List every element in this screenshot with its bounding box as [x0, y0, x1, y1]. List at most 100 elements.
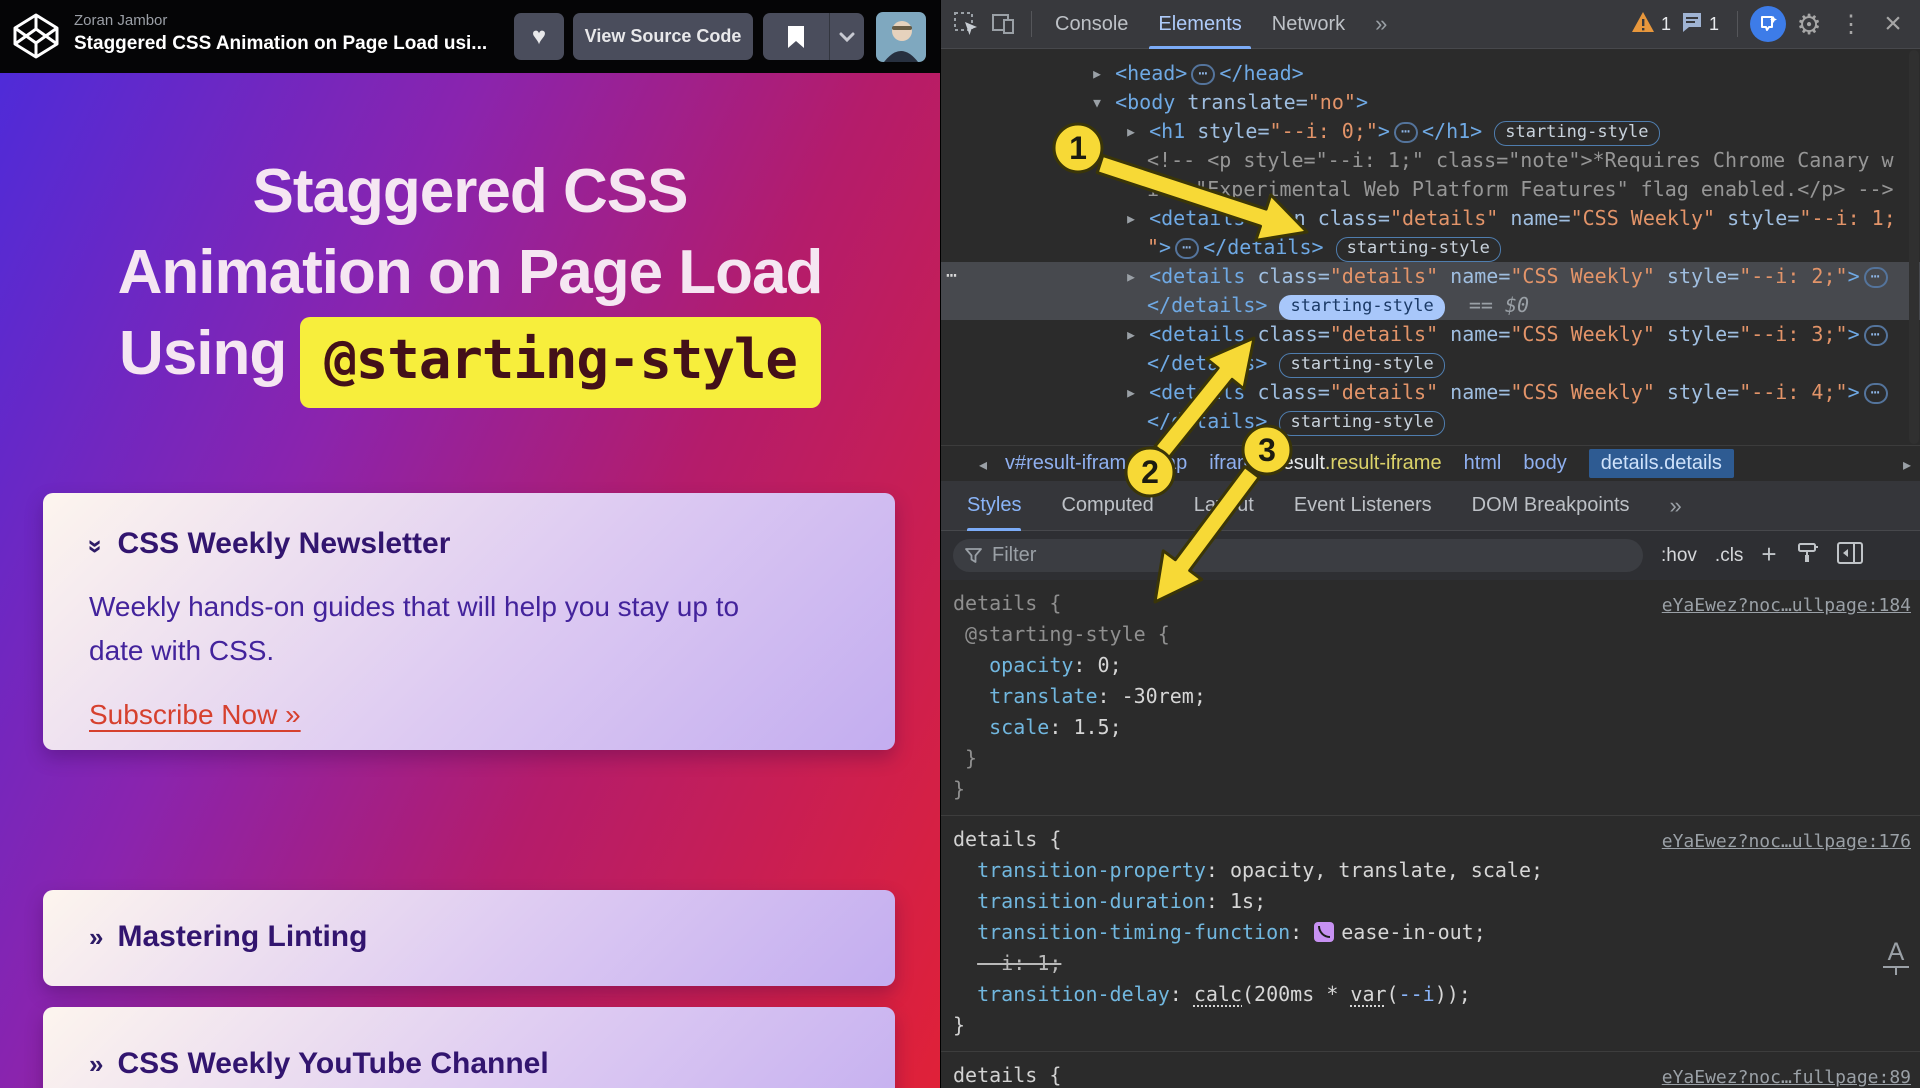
- heart-button[interactable]: ♥: [514, 13, 564, 60]
- starting-style-badge[interactable]: starting-style: [1279, 411, 1444, 436]
- styles-filter-input[interactable]: Filter: [953, 539, 1643, 572]
- kebab-menu-icon[interactable]: ⋮: [1834, 7, 1868, 41]
- warning-icon[interactable]: [1631, 11, 1655, 38]
- details-summary[interactable]: » CSS Weekly YouTube Channel: [89, 1047, 849, 1081]
- bookmark-split-button[interactable]: [763, 13, 864, 60]
- breadcrumb-item[interactable]: iframe#result.result-iframe: [1209, 452, 1441, 475]
- codepen-logo-icon[interactable]: [12, 12, 60, 60]
- font-size-adjust-icon[interactable]: A: [1881, 940, 1911, 975]
- breadcrumb-left-icon[interactable]: ◂: [979, 455, 987, 475]
- issues-icon[interactable]: [1681, 11, 1703, 38]
- more-tabs-icon[interactable]: »: [1360, 0, 1402, 49]
- dom-tree-line[interactable]: ▸ <details class="details" name="CSS Wee…: [941, 378, 1920, 407]
- details-card-newsletter[interactable]: » CSS Weekly Newsletter Weekly hands-on …: [43, 493, 895, 750]
- details-summary[interactable]: » CSS Weekly Newsletter: [89, 527, 849, 561]
- dom-tree-line[interactable]: ▸ <h1 style="--i: 0;">⋯</h1> starting-st…: [941, 117, 1920, 146]
- tab-network[interactable]: Network: [1257, 0, 1360, 49]
- selected-node-more-icon[interactable]: ⋯: [946, 265, 958, 286]
- starting-style-badge[interactable]: starting-style: [1336, 237, 1501, 262]
- more-panels-icon[interactable]: »: [1670, 481, 1682, 531]
- css-declaration[interactable]: @starting-style {: [953, 619, 1911, 650]
- dom-tree: ▸ <head>⋯</head>▾ <body translate="no">▸…: [941, 49, 1920, 445]
- dom-tree-line[interactable]: </details> starting-style == $0: [941, 291, 1920, 320]
- card-body-text: Weekly hands-on guides that will help yo…: [89, 585, 769, 673]
- css-declaration[interactable]: scale: 1.5;: [953, 712, 1911, 743]
- extension-button[interactable]: [1750, 6, 1786, 42]
- dom-tree-line[interactable]: ▸ <head>⋯</head>: [941, 59, 1920, 88]
- css-declaration[interactable]: }: [953, 774, 1911, 805]
- stylesheet-source-link[interactable]: eYaEwez?noc…ullpage:184: [1662, 590, 1911, 621]
- dom-tree-line[interactable]: </details> starting-style: [941, 349, 1920, 378]
- inspect-element-icon[interactable]: [949, 7, 983, 41]
- dom-tree-line[interactable]: </details> starting-style: [941, 407, 1920, 436]
- tab-computed[interactable]: Computed: [1061, 481, 1153, 531]
- starting-style-badge[interactable]: starting-style: [1279, 295, 1444, 320]
- css-declaration[interactable]: transition-timing-function: ease-in-out;: [953, 917, 1911, 948]
- css-declaration[interactable]: }: [953, 1010, 1911, 1041]
- css-declaration[interactable]: --i: 1;: [953, 948, 1911, 979]
- dom-tree-line[interactable]: ▸ <details class="details" name="CSS Wee…: [941, 262, 1920, 291]
- dom-tree-line[interactable]: ▸ <details class="details" name="CSS Wee…: [941, 320, 1920, 349]
- toggle-classes[interactable]: .cls: [1715, 545, 1744, 567]
- toggle-hover-state[interactable]: :hov: [1661, 545, 1697, 567]
- dom-tree-line[interactable]: ▾ <body translate="no">: [941, 88, 1920, 117]
- css-declaration[interactable]: }: [953, 743, 1911, 774]
- tab-dom-breakpoints[interactable]: DOM Breakpoints: [1472, 481, 1630, 531]
- breadcrumb-item[interactable]: html: [1464, 452, 1502, 475]
- breadcrumb-right-icon[interactable]: ▸: [1903, 455, 1911, 475]
- rendering-emulation-icon[interactable]: [1795, 542, 1819, 570]
- bezier-editor-icon[interactable]: [1314, 922, 1334, 942]
- sidebar-toggle-icon[interactable]: [1837, 542, 1863, 570]
- dom-tree-line[interactable]: <!-- <p style="--i: 1;" class="note">*Re…: [941, 146, 1920, 175]
- dom-tree-line[interactable]: ">⋯</details> starting-style: [941, 233, 1920, 262]
- chevron-down-icon[interactable]: [829, 13, 864, 60]
- pen-author[interactable]: Zoran Jambor: [74, 12, 167, 29]
- settings-gear-icon[interactable]: ⚙: [1792, 7, 1826, 41]
- tab-elements[interactable]: Elements: [1143, 0, 1256, 49]
- css-declaration[interactable]: transition-duration: 1s;: [953, 886, 1911, 917]
- expand-inline-icon[interactable]: ⋯: [1864, 383, 1888, 404]
- stylesheet-source-link[interactable]: eYaEwez?noc…fullpage:89: [1662, 1062, 1911, 1088]
- issues-count: 1: [1709, 14, 1719, 35]
- details-card-youtube[interactable]: » CSS Weekly YouTube Channel: [43, 1007, 895, 1088]
- dom-tree-line[interactable]: ith "Experimental Web Platform Features"…: [941, 175, 1920, 204]
- expand-inline-icon[interactable]: ⋯: [1864, 325, 1888, 346]
- avatar[interactable]: [876, 12, 926, 62]
- dom-tree-line[interactable]: ▸ <details open class="details" name="CS…: [941, 204, 1920, 233]
- css-declaration[interactable]: transition-property: opacity, translate,…: [953, 855, 1911, 886]
- css-rule: eYaEwez?noc…ullpage:176details { transit…: [941, 816, 1920, 1052]
- breadcrumb-item[interactable]: details.details: [1589, 449, 1734, 478]
- device-toolbar-icon[interactable]: [987, 7, 1021, 41]
- result-preview: Staggered CSS Animation on Page Load Usi…: [0, 73, 940, 1088]
- css-declaration[interactable]: translate: -30rem;: [953, 681, 1911, 712]
- subscribe-link[interactable]: Subscribe Now »: [89, 699, 301, 731]
- details-card-linting[interactable]: » Mastering Linting: [43, 890, 895, 986]
- warning-count: 1: [1661, 14, 1671, 35]
- tab-event-listeners[interactable]: Event Listeners: [1294, 481, 1432, 531]
- new-style-rule-button[interactable]: +: [1761, 539, 1776, 570]
- scrollbar[interactable]: [1909, 50, 1919, 444]
- expand-inline-icon[interactable]: ⋯: [1191, 64, 1215, 85]
- css-declaration[interactable]: opacity: 0;: [953, 650, 1911, 681]
- breadcrumb-item[interactable]: body: [1523, 452, 1566, 475]
- expand-inline-icon[interactable]: ⋯: [1864, 267, 1888, 288]
- bookmark-icon[interactable]: [763, 13, 829, 60]
- details-marker-icon: »: [81, 539, 112, 553]
- breadcrumb-item[interactable]: v#result-iframe-wrap: [1005, 452, 1187, 475]
- tab-styles[interactable]: Styles: [967, 481, 1021, 531]
- styles-filter-row: Filter :hov .cls +: [941, 531, 1920, 580]
- expand-inline-icon[interactable]: ⋯: [1175, 238, 1199, 259]
- details-marker-icon: »: [89, 922, 103, 953]
- expand-inline-icon[interactable]: ⋯: [1394, 122, 1418, 143]
- tab-console[interactable]: Console: [1040, 0, 1143, 49]
- stylesheet-source-link[interactable]: eYaEwez?noc…ullpage:176: [1662, 826, 1911, 857]
- details-summary[interactable]: » Mastering Linting: [89, 920, 849, 954]
- devtools-toolbar: Console Elements Network » 1 1: [941, 0, 1920, 49]
- screenshot-root: Zoran Jambor Staggered CSS Animation on …: [0, 0, 1920, 1088]
- starting-style-badge[interactable]: starting-style: [1279, 353, 1444, 378]
- starting-style-badge[interactable]: starting-style: [1494, 121, 1659, 146]
- tab-layout[interactable]: Layout: [1194, 481, 1254, 531]
- close-devtools-icon[interactable]: ×: [1876, 7, 1910, 41]
- view-source-button[interactable]: View Source Code: [573, 13, 753, 60]
- css-declaration[interactable]: transition-delay: calc(200ms * var(--i))…: [953, 979, 1911, 1010]
